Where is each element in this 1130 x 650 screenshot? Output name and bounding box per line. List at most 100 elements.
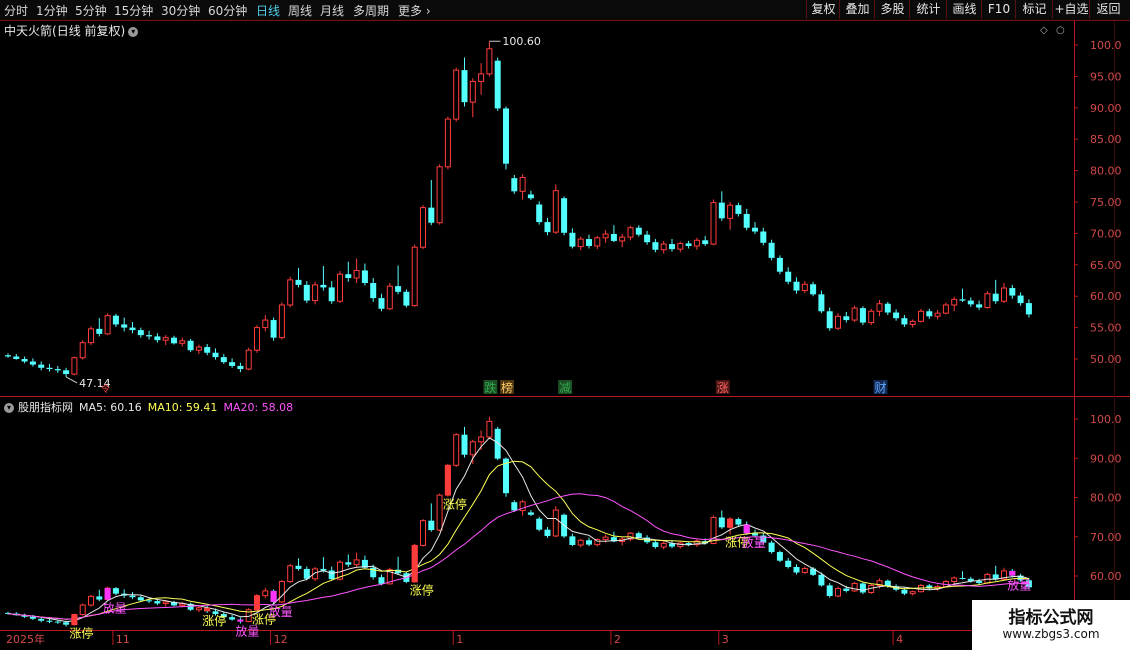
main-candle [195,346,202,351]
signal-label: 放量 [742,535,766,550]
stock-title: 中天火箭(日线 前复权) ▾ [4,22,139,39]
main-candle [610,234,617,241]
timeframe-tab-9[interactable]: 多周期 [353,2,389,19]
indicator-candle [154,601,161,604]
timeframe-tab-10[interactable]: 更多 › [398,2,431,19]
ma10-line [7,460,1029,620]
main-candle [835,315,841,329]
toolbar-button-0[interactable]: 复权 [806,0,840,19]
main-candle [1025,303,1032,315]
toolbar-button-4[interactable]: 画线 [946,0,982,19]
indicator-candle [54,621,61,623]
main-candle [229,362,236,366]
timeframe-tab-1[interactable]: 1分钟 [36,2,68,19]
main-candle [370,283,377,299]
timeframe-tab-7[interactable]: 周线 [288,2,312,19]
indicator-candle [112,588,119,594]
main-candle [768,242,775,258]
price-tick-label: 80.00 [1090,165,1122,178]
toolbar-button-8[interactable]: 返回 [1089,0,1127,19]
indicator-candle [951,577,958,582]
main-candle [843,316,850,321]
toolbar-button-3[interactable]: 统计 [909,0,947,19]
main-candle [254,327,260,351]
indicator-candle [137,597,144,601]
indicator-tick-label: 60.00 [1090,570,1122,583]
main-candle [644,234,651,243]
main-candle [702,240,709,245]
main-candle [951,298,958,306]
timeframe-tab-0[interactable]: 分时 [4,2,28,19]
signal-label: 涨停 [443,497,467,512]
timeframe-tab-4[interactable]: 30分钟 [161,2,200,19]
indicator-candle [361,559,368,568]
date-label: 3 [722,633,729,646]
main-candle [752,227,758,232]
main-candle [594,237,601,247]
ma20-line [7,493,1029,620]
indicator-candle [876,580,883,586]
main-candle [677,242,684,250]
chevron-down-icon[interactable]: ▾ [128,26,139,37]
main-candle [428,207,435,223]
indicator-candle [635,533,642,538]
toolbar-button-6[interactable]: 标记 [1015,0,1053,19]
main-candle [810,284,817,295]
signal-bar [204,607,211,612]
main-candle [851,307,858,321]
chevron-down-icon[interactable]: ▾ [4,403,14,413]
high-price-label: 100.60 [502,35,541,48]
main-candle [469,80,476,103]
indicator-candle [561,514,568,537]
toolbar-button-1[interactable]: 叠加 [839,0,875,19]
indicator-candle [967,578,974,582]
signal-label: 放量 [235,623,259,638]
indicator-candle [245,609,252,623]
indicator-candle [478,436,485,443]
toolbar-button-5[interactable]: F10 [981,0,1016,19]
indicator-candle [544,529,551,536]
price-tick-label: 100.0 [1090,39,1122,52]
event-marker-bg [715,380,730,394]
toolbar-button-7[interactable]: +自选 [1052,0,1090,19]
event-marker-bg [483,380,498,394]
main-candle [378,298,385,309]
indicator-candle [79,604,86,615]
main-candle [561,198,568,233]
main-candle [901,318,908,325]
timeframe-tab-8[interactable]: 月线 [320,2,344,19]
main-candle [270,320,277,338]
indicator-candle [287,565,294,582]
indicator-candle [29,616,36,619]
main-candle [959,299,966,301]
main-candle [162,337,169,341]
indicator-candle [710,517,717,544]
main-candle [320,284,327,288]
indicator-candle [378,577,385,584]
timeframe-tab-2[interactable]: 5分钟 [75,2,107,19]
indicator-candle [627,532,634,540]
indicator-candle [835,588,841,597]
indicator-candle [610,537,617,542]
main-candle [602,233,609,239]
indicator-candle [162,601,169,604]
main-candle [992,293,999,302]
indicator-candle [5,612,11,614]
timeframe-tab-5[interactable]: 60分钟 [208,2,247,19]
main-candle [552,190,559,233]
main-candle [760,231,767,243]
indicator-candle [71,613,78,626]
toolbar-button-2[interactable]: 多股 [874,0,910,19]
timeframe-tab-6[interactable]: 日线 [256,2,280,19]
indicator-candle [685,543,692,545]
indicator-candle [669,543,675,547]
main-candle [942,304,949,314]
indicator-candle [229,617,236,620]
timeframe-tab-3[interactable]: 15分钟 [114,2,153,19]
event-marker: 涨 [717,380,729,395]
indicator-candle [494,428,501,459]
stock-name: 中天火箭 [4,24,53,38]
indicator-candle [702,541,709,544]
main-candle [395,286,402,292]
price-tick-label: 55.00 [1090,322,1122,335]
